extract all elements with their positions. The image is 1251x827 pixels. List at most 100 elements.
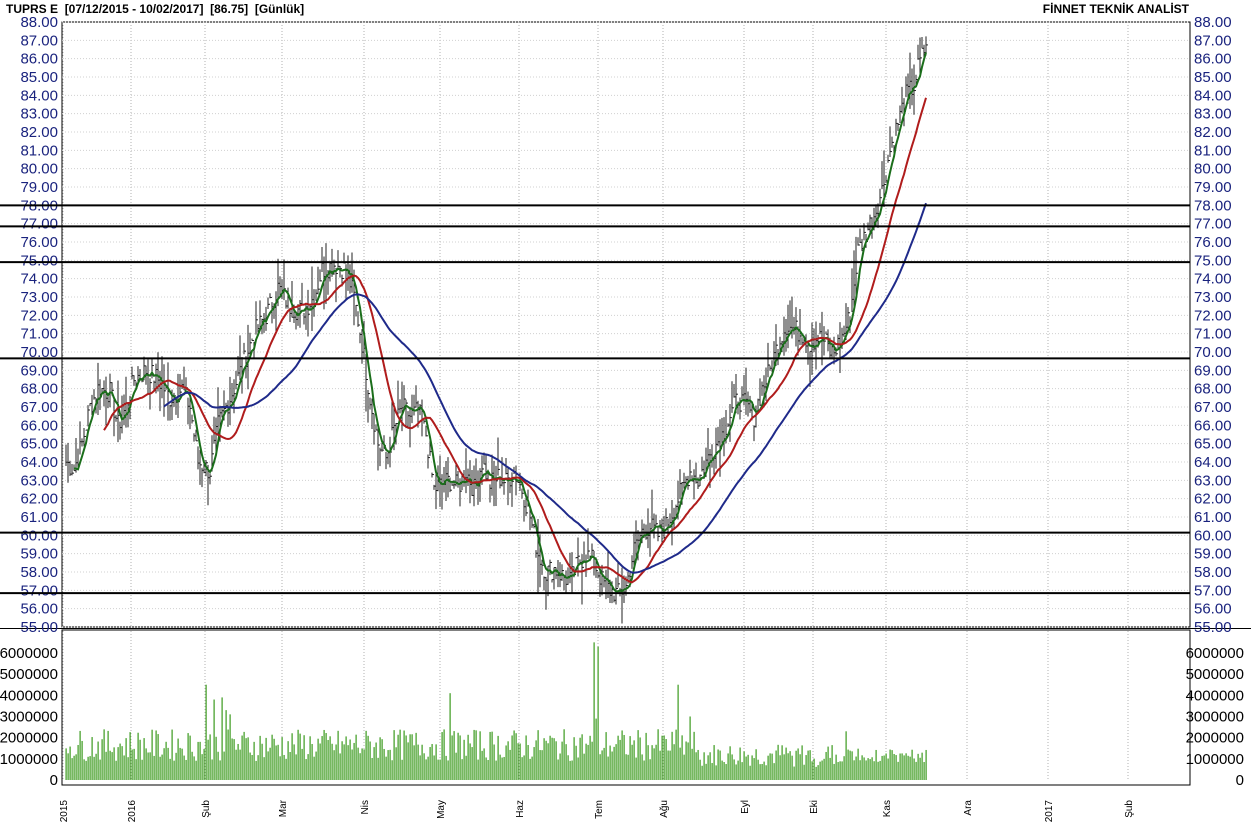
volume-bar [83, 759, 85, 780]
volume-bar [781, 745, 783, 780]
volume-bar [429, 747, 431, 780]
volume-bar [757, 759, 759, 780]
y-tick-label-right: 86.00 [1194, 51, 1232, 68]
y-tick-label-left: 81.00 [20, 142, 58, 159]
volume-bar [239, 749, 241, 780]
volume-bar [923, 761, 925, 780]
volume-bar [461, 759, 463, 780]
volume-bar [227, 729, 229, 780]
volume-bar [743, 751, 745, 780]
volume-bar [625, 754, 627, 780]
volume-bar [715, 765, 717, 780]
y-tick-label-right: 56.00 [1194, 601, 1232, 618]
volume-bar [641, 754, 643, 780]
y-tick-label-right: 57.00 [1194, 582, 1232, 599]
volume-bar [267, 751, 269, 780]
volume-bar [107, 730, 109, 780]
volume-bar [247, 737, 249, 780]
volume-bar [717, 749, 719, 780]
volume-bar [149, 752, 151, 780]
volume-bar [513, 730, 515, 780]
volume-bar [207, 739, 209, 780]
volume-bar [629, 736, 631, 780]
volume-bar [455, 752, 457, 780]
volume-bar [141, 759, 143, 780]
volume-bar [701, 765, 703, 780]
volume-bar [853, 760, 855, 780]
y-tick-label-right: 60.00 [1194, 527, 1232, 544]
volume-bar [481, 750, 483, 780]
volume-bar [631, 744, 633, 780]
volume-bar [831, 745, 833, 780]
volume-bar [175, 752, 177, 780]
volume-bar [797, 748, 799, 780]
volume-bar [679, 747, 681, 780]
volume-bar [739, 747, 741, 780]
volume-bar [135, 759, 137, 780]
volume-bar [243, 731, 245, 780]
x-tick-label: 2015 [59, 800, 70, 822]
volume-bar [81, 740, 83, 780]
volume-bar [751, 755, 753, 780]
volume-bar [271, 734, 273, 780]
volume-bar [791, 755, 793, 780]
volume-bar [451, 735, 453, 780]
volume-bar [145, 748, 147, 780]
volume-tick-label-left: 0 [50, 772, 58, 789]
brand-label: FİNNET TEKNİK ANALİST [1042, 2, 1189, 16]
volume-bar [653, 748, 655, 780]
volume-bar [899, 753, 901, 780]
volume-bar [599, 754, 601, 780]
volume-bar [327, 739, 329, 780]
volume-bar [197, 741, 199, 780]
volume-bar [357, 747, 359, 780]
volume-bar [453, 731, 455, 780]
volume-bar [793, 766, 795, 780]
volume-bar [427, 756, 429, 780]
volume-bar [73, 755, 75, 780]
y-tick-label-right: 69.00 [1194, 362, 1232, 379]
volume-bar [127, 757, 129, 780]
volume-bar [411, 734, 413, 780]
volume-bar [339, 753, 341, 780]
volume-bar [607, 756, 609, 780]
y-tick-label-left: 64.00 [20, 454, 58, 471]
volume-bar [155, 730, 157, 780]
volume-bar [809, 750, 811, 780]
volume-bar [347, 745, 349, 780]
volume-bar [169, 758, 171, 780]
y-tick-label-left: 86.00 [20, 51, 58, 68]
volume-bar [273, 738, 275, 780]
volume-bar [441, 732, 443, 780]
volume-bar [473, 729, 475, 780]
volume-bar [431, 744, 433, 780]
volume-bar [279, 756, 281, 780]
y-tick-label-right: 73.00 [1194, 289, 1232, 306]
volume-bar [395, 747, 397, 780]
volume-bar [69, 746, 71, 780]
volume-bar [495, 760, 497, 780]
volume-bar [375, 742, 377, 780]
y-tick-label-right: 88.00 [1194, 14, 1232, 31]
volume-bar [485, 757, 487, 780]
volume-bar [573, 737, 575, 780]
volume-bar [345, 736, 347, 780]
volume-bar [317, 738, 319, 780]
volume-bar [93, 756, 95, 780]
volume-bar [507, 741, 509, 780]
volume-tick-label-right: 6000000 [1186, 645, 1244, 662]
volume-bar [215, 736, 217, 780]
volume-bar [579, 737, 581, 780]
volume-bar [397, 734, 399, 780]
y-tick-label-left: 83.00 [20, 106, 58, 123]
volume-bar [883, 755, 885, 780]
y-tick-label-right: 59.00 [1194, 546, 1232, 563]
volume-bar [413, 745, 415, 780]
y-tick-label-left: 60.00 [20, 527, 58, 544]
y-tick-label-right: 74.00 [1194, 271, 1232, 288]
volume-bar [123, 755, 125, 780]
volume-bar [871, 757, 873, 780]
volume-bar [295, 754, 297, 780]
volume-bar [139, 739, 141, 780]
volume-bar [633, 740, 635, 780]
